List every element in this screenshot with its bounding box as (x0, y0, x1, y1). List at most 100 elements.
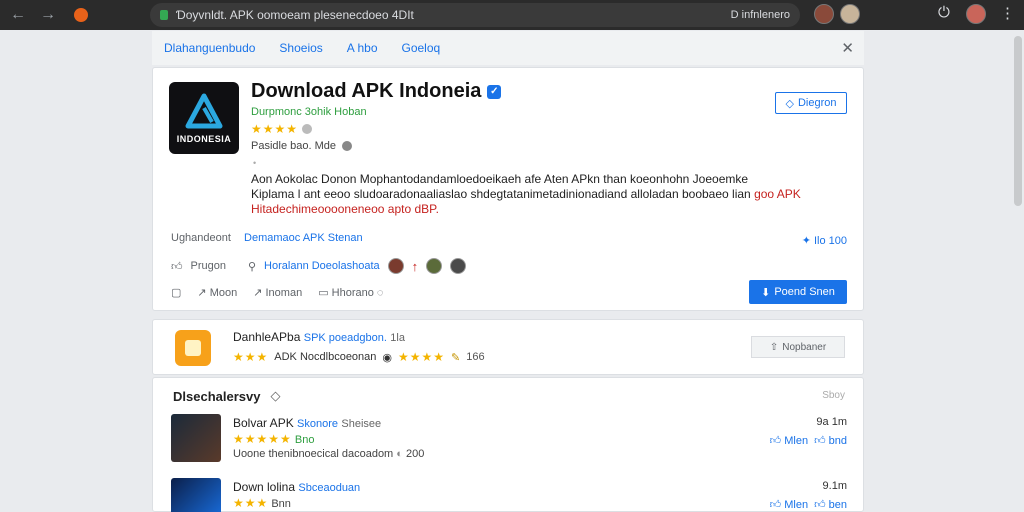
download-icon: ⬇ (761, 286, 771, 299)
developer-label: Ughandeont (171, 232, 231, 244)
meta-text: Pasidle bao. Mde (251, 140, 336, 152)
community-row: 👍︎ Prugon ⚲ Horalann Doeolashoata ↑ (171, 258, 467, 274)
follow-button[interactable]: ◇ Diegron (775, 92, 847, 114)
bookmark-label: bnd (828, 435, 847, 447)
developer-right[interactable]: ✦ Ilo 100 (802, 234, 847, 247)
download-button[interactable]: ⬇ Poend Snen (749, 280, 847, 304)
app-logo: INDONESIA (169, 82, 239, 154)
suggested-button-label: Nopbaner (782, 341, 827, 353)
suggested-app-icon (175, 330, 211, 366)
sparkle-icon: ✦ (801, 235, 814, 247)
tag-icon[interactable]: ◇ (270, 388, 280, 404)
tab-download[interactable]: Dlahanguenbudo (164, 41, 255, 55)
developer-right-text: Ilo 100 (813, 235, 847, 247)
thumbs-up-icon[interactable]: 👍︎ (171, 260, 183, 273)
power-icon[interactable]: ⏻ (938, 4, 950, 21)
follow-label: Diegron (797, 97, 837, 109)
like-button[interactable]: 👍︎ Mlen (770, 434, 808, 447)
verified-icon: ✓ (487, 84, 502, 99)
list-item-title: Down lolina Sbceaoduan (233, 480, 360, 494)
suggested-link[interactable]: SPK poeadgbon. (304, 332, 387, 344)
save-icon[interactable]: ▢ (171, 286, 181, 299)
upload-icon: ⇧ (769, 341, 779, 353)
meta-row: Pasidle bao. Mde (251, 140, 352, 152)
list-item-size: 9a 1m (816, 416, 847, 428)
list-item-stars: ★★★★★ (233, 432, 292, 446)
list-item-actions: 👍︎ Mlen 👍︎ ben (770, 498, 847, 511)
suggested-title-text: DanhleAPba (233, 330, 301, 344)
tag-icon: ◇ (785, 97, 794, 110)
favicon-icon (74, 8, 88, 22)
avatar[interactable] (450, 258, 467, 274)
menu-icon[interactable]: ⋮ (1000, 4, 1015, 22)
list-item-title: Bolvar APK Skonore Sheisee (233, 416, 381, 430)
list-item-actions: 👍︎ Mlen 👍︎ bnd (770, 434, 847, 447)
share-action[interactable]: ↗ Moon (197, 286, 237, 299)
like-label: Mlen (784, 435, 809, 447)
like-label: Mlen (784, 499, 809, 511)
tab-shoeios[interactable]: Shoeios (279, 41, 322, 55)
avatar[interactable] (387, 258, 404, 274)
rating-row: ★★★★ (251, 122, 313, 136)
discovery-list: Dlsechalersvy ◇ Sboy Bolvar APK Skonore … (152, 377, 864, 512)
list-item-stars-label: Bno (294, 434, 315, 446)
close-icon[interactable]: ✕ (841, 39, 854, 57)
person-icon: ⚲ (247, 260, 257, 273)
list-item-link[interactable]: Skonore (297, 418, 338, 430)
url-right-text: D infnlenero (730, 9, 790, 21)
bookmark-button[interactable]: 👍︎ bnd (814, 434, 847, 447)
list-header: Dlsechalersvy ◇ (173, 388, 280, 404)
forward-icon[interactable]: → (36, 6, 60, 24)
list-item-link[interactable]: Sbceaoduan (298, 482, 360, 494)
list-sort[interactable]: Sboy (822, 390, 845, 401)
suggested-rating-row: ★★★ ADK Nocdlbcoeonan ◉ ★★★★ ✎ 166 (233, 350, 485, 364)
list-item-meta-text: Uoone thenibnoecical dacoadom (233, 448, 394, 460)
suggested-num: 1la (390, 332, 405, 344)
logo-a-icon (185, 93, 223, 129)
comment-action[interactable]: ▭ Hhorano ◌ (318, 286, 383, 299)
suggested-stars-right: ★★★★ (398, 350, 446, 364)
browser-toolbar: ← → Ɗoyvnldt. APK oomoeam plesenecdoeo 4… (0, 0, 1024, 30)
back-icon[interactable]: ← (6, 6, 30, 24)
avatar[interactable] (426, 258, 443, 274)
bookmark-button[interactable]: 👍︎ ben (814, 498, 847, 511)
arrow-icon: ↑ (411, 258, 419, 274)
list-item-thumbnail (171, 478, 221, 512)
suggested-meta: ADK Nocdlbcoeonan (274, 351, 377, 363)
like-button[interactable]: 👍︎ Mlen (770, 498, 808, 511)
suggested-button[interactable]: ⇧ Nopbaner (751, 336, 845, 358)
suggested-app-card[interactable]: DanhleAPba SPK poeadgbon. 1la ★★★ ADK No… (152, 319, 864, 375)
list-item[interactable]: Down lolina Sbceaoduan ★★★ Bnn 9.1m 👍︎ M… (171, 478, 847, 512)
pin-icon: ◐ (396, 448, 403, 460)
desc-line-1: Aon Aokolac Donon Mophantodandamloedoeik… (251, 172, 749, 186)
avatar-icon[interactable] (814, 4, 834, 24)
developer-row: Ughandeont Demamaoc APK Stenan (171, 232, 363, 244)
desc-line-2: Kiplama l ant eeoo sludoaradonaaliaslao … (251, 187, 751, 201)
help-icon[interactable] (342, 141, 352, 151)
scrollbar[interactable] (1014, 36, 1022, 206)
list-item-title-text: Bolvar APK (233, 416, 294, 430)
app-title: Download APK Indoneia ✓ (251, 80, 502, 103)
list-item-thumbnail (171, 414, 221, 462)
info-icon[interactable] (302, 124, 313, 134)
suggested-title: DanhleAPba SPK poeadgbon. 1la (233, 330, 405, 344)
app-title-text: Download APK Indoneia (251, 80, 482, 102)
forward-action[interactable]: ↗ Inoman (253, 286, 302, 299)
suggested-count: 166 (466, 351, 485, 363)
address-bar[interactable]: Ɗoyvnldt. APK oomoeam plesenecdoeo 4DIt … (150, 3, 800, 27)
community-link[interactable]: Horalann Doeolashoata (264, 260, 380, 272)
list-item[interactable]: Bolvar APK Skonore Sheisee ★★★★★ Bno Uoo… (171, 414, 847, 464)
list-title: Dlsechalersvy (173, 388, 261, 404)
tab-a-hbo[interactable]: A hbo (347, 41, 378, 55)
tab-goeloq[interactable]: Goeloq (402, 41, 441, 55)
profile-avatar-icon[interactable] (840, 4, 860, 24)
rating-stars: ★★★★ (251, 122, 299, 136)
list-item-meta: Uoone thenibnoecical dacoadom ◐ 200 (233, 448, 424, 460)
developer-link[interactable]: Demamaoc APK Stenan (244, 232, 363, 244)
app-subtitle[interactable]: Durpmonc 3ohik Hoban (251, 106, 367, 118)
secure-icon (160, 10, 168, 20)
desc-line-3: Hitadechimeooooneneoo apto dBP. (251, 202, 439, 216)
separator-dot: • (253, 158, 257, 168)
forward-label: Inoman (265, 287, 303, 299)
account-icon[interactable] (966, 4, 986, 24)
